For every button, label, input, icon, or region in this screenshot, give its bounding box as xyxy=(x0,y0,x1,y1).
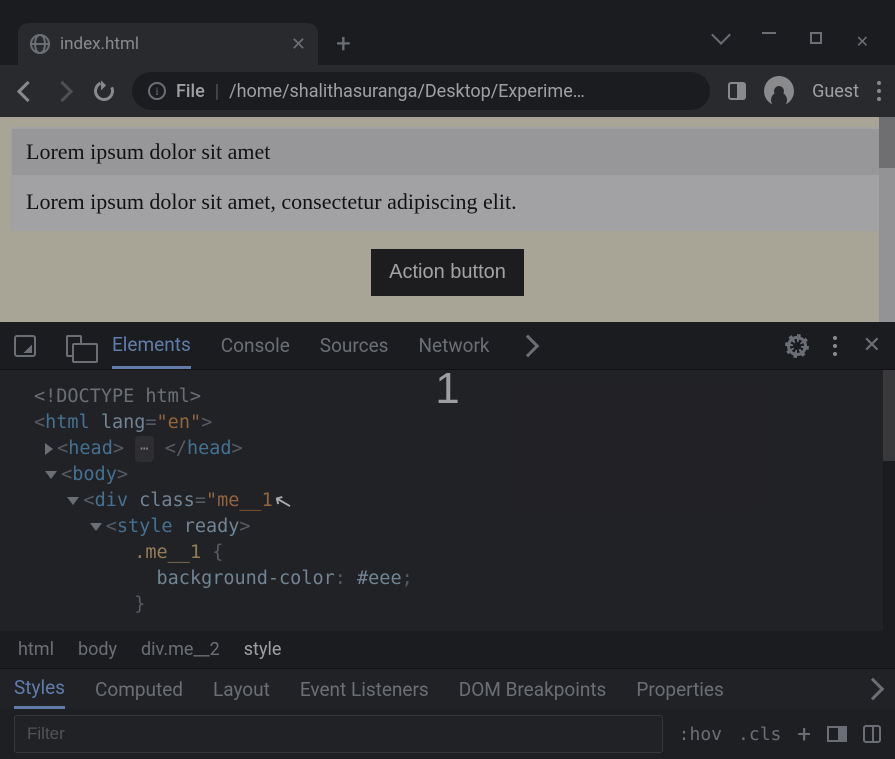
tab-layout[interactable]: Layout xyxy=(213,669,270,709)
collapse-icon[interactable] xyxy=(90,523,102,531)
page-heading: Lorem ipsum dolor sit amet xyxy=(12,129,883,175)
profile-label: Guest xyxy=(812,81,859,102)
reload-icon[interactable] xyxy=(91,78,117,104)
collapse-icon[interactable] xyxy=(67,497,79,505)
tab-styles[interactable]: Styles xyxy=(14,669,65,709)
computed-sidebar-icon[interactable] xyxy=(827,726,847,742)
page-scrollbar[interactable] xyxy=(879,117,895,322)
scrollbar-thumb[interactable] xyxy=(879,117,895,168)
url-separator: | xyxy=(215,81,219,102)
browser-tab[interactable]: index.html ✕ xyxy=(18,23,318,65)
styles-filter-row: :hov .cls + xyxy=(0,709,895,759)
ellipsis-icon[interactable]: ⋯ xyxy=(135,436,153,462)
scrollbar-thumb[interactable] xyxy=(883,370,895,461)
action-button[interactable]: Action button xyxy=(371,249,524,296)
address-bar: i File | /home/shalithasuranga/Desktop/E… xyxy=(0,65,895,117)
tab-event-listeners[interactable]: Event Listeners xyxy=(300,669,429,709)
css-value[interactable]: #eee xyxy=(357,568,402,589)
css-selector[interactable]: .me__1 xyxy=(134,542,201,563)
window-close-icon[interactable]: ✕ xyxy=(856,32,869,51)
breadcrumb-item[interactable]: body xyxy=(78,639,117,660)
chevron-down-icon[interactable] xyxy=(711,25,731,45)
devtools: Elements Console Sources Network ✕ 1 ↖ <… xyxy=(0,322,895,759)
devtools-kebab-icon[interactable] xyxy=(833,336,837,356)
tab-properties[interactable]: Properties xyxy=(636,669,723,709)
style-tag[interactable]: style xyxy=(117,516,173,537)
button-row: Action button xyxy=(10,231,885,314)
step-overlay-number: 1 xyxy=(435,370,459,414)
new-style-rule-icon[interactable]: + xyxy=(797,720,811,748)
more-panels-icon[interactable] xyxy=(862,678,885,701)
globe-icon xyxy=(30,34,50,54)
kebab-menu-icon[interactable] xyxy=(877,81,881,101)
head-tag[interactable]: head xyxy=(68,438,113,459)
close-tab-icon[interactable]: ✕ xyxy=(291,34,306,55)
tab-sources[interactable]: Sources xyxy=(320,322,389,369)
styles-tabbar: Styles Computed Layout Event Listeners D… xyxy=(0,669,895,709)
elements-tree-panel: 1 ↖ <!DOCTYPE html> <html lang="en"> <he… xyxy=(0,370,895,631)
gear-icon[interactable] xyxy=(787,336,807,356)
page-paragraph: Lorem ipsum dolor sit amet, consectetur … xyxy=(12,175,883,229)
page-viewport: Lorem ipsum dolor sit amet Lorem ipsum d… xyxy=(0,117,895,322)
tab-dom-breakpoints[interactable]: DOM Breakpoints xyxy=(459,669,607,709)
person-icon xyxy=(774,86,784,96)
expand-icon[interactable] xyxy=(45,443,53,455)
css-property[interactable]: background-color xyxy=(157,568,335,589)
forward-button xyxy=(54,80,76,102)
styles-panel: Styles Computed Layout Event Listeners D… xyxy=(0,668,895,759)
side-panel-icon[interactable] xyxy=(728,82,746,100)
more-tabs-icon[interactable] xyxy=(516,334,539,357)
tab-title: index.html xyxy=(60,34,139,54)
devtools-tabbar: Elements Console Sources Network ✕ xyxy=(0,322,895,370)
breadcrumb-item[interactable]: html xyxy=(18,639,54,660)
rendering-panel-icon[interactable] xyxy=(863,725,881,743)
back-button[interactable] xyxy=(14,80,36,102)
new-tab-button[interactable]: + xyxy=(318,29,369,65)
div-tag[interactable]: div xyxy=(95,490,128,511)
url-input[interactable]: i File | /home/shalithasuranga/Desktop/E… xyxy=(132,72,710,110)
minimize-icon[interactable] xyxy=(762,32,776,51)
maximize-icon[interactable] xyxy=(810,32,822,44)
url-path: /home/shalithasuranga/Desktop/Experime… xyxy=(229,81,585,102)
devtools-close-icon[interactable]: ✕ xyxy=(863,333,881,358)
breadcrumb-item[interactable]: style xyxy=(244,639,282,660)
content-box: Lorem ipsum dolor sit amet Lorem ipsum d… xyxy=(10,127,885,231)
collapse-icon[interactable] xyxy=(45,471,57,479)
filter-input[interactable] xyxy=(14,715,663,753)
window-controls: ✕ xyxy=(696,32,887,65)
dom-breadcrumb: html body div.me__2 style xyxy=(0,631,895,668)
url-scheme: File xyxy=(176,81,205,102)
doctype-node[interactable]: <!DOCTYPE html> xyxy=(34,386,201,407)
breadcrumb-item[interactable]: div.me__2 xyxy=(141,639,220,660)
tree-scrollbar[interactable] xyxy=(883,370,895,631)
inspect-icon[interactable] xyxy=(14,335,36,357)
tab-computed[interactable]: Computed xyxy=(95,669,183,709)
tab-elements[interactable]: Elements xyxy=(112,322,191,369)
browser-titlebar: index.html ✕ + ✕ xyxy=(0,0,895,65)
device-toolbar-icon[interactable] xyxy=(66,335,82,357)
body-tag[interactable]: body xyxy=(72,464,117,485)
cls-toggle[interactable]: .cls xyxy=(738,724,781,745)
tab-network[interactable]: Network xyxy=(418,322,489,369)
tab-console[interactable]: Console xyxy=(221,322,290,369)
hov-toggle[interactable]: :hov xyxy=(679,724,722,745)
site-info-icon[interactable]: i xyxy=(148,82,166,100)
profile-avatar[interactable] xyxy=(764,76,794,106)
html-tag[interactable]: html xyxy=(45,412,90,433)
